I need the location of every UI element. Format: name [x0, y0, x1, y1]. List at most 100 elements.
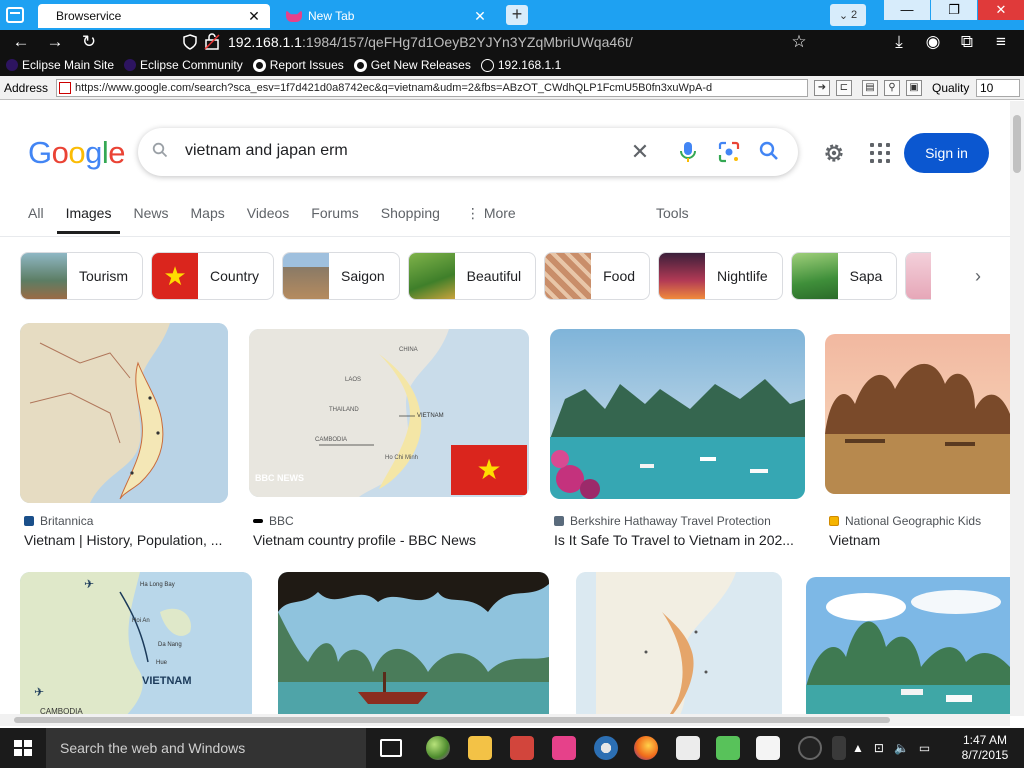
result-image[interactable]: [20, 323, 228, 503]
taskbar-search-input[interactable]: Search the web and Windows: [46, 728, 366, 768]
extensions-icon[interactable]: ⧉: [956, 32, 978, 52]
go-arrow-icon[interactable]: ➜: [814, 80, 830, 96]
tab-all[interactable]: All: [28, 205, 44, 237]
tab-shopping[interactable]: Shopping: [381, 205, 440, 237]
chip-sapa[interactable]: Sapa: [790, 252, 898, 300]
account-icon[interactable]: ◉: [922, 32, 944, 52]
reload-icon[interactable]: ↻: [78, 32, 100, 52]
task-view-icon[interactable]: [380, 739, 402, 757]
settings-gear-icon[interactable]: [822, 141, 846, 165]
notifications-icon[interactable]: ▭: [919, 741, 930, 755]
image-result-card[interactable]: Ha Long Bay Hoi An Da Nang Hue VIETNAM C…: [20, 572, 252, 716]
image-result-card[interactable]: [576, 572, 782, 716]
tab-more[interactable]: ⋮ More: [466, 205, 516, 237]
minimize-button[interactable]: —: [884, 0, 930, 20]
address-field[interactable]: https://www.google.com/search?sca_esv=1f…: [56, 79, 808, 97]
maximize-button[interactable]: ❐: [931, 0, 977, 20]
result-image[interactable]: [278, 572, 549, 716]
result-image[interactable]: [825, 334, 1010, 494]
result-image[interactable]: [806, 577, 1010, 716]
app-cat-pink-icon[interactable]: [552, 736, 576, 760]
network-icon[interactable]: ⊡: [874, 741, 884, 755]
image-result-card[interactable]: Berkshire Hathaway Travel Protection Is …: [550, 329, 805, 548]
clear-icon[interactable]: ✕: [628, 140, 652, 164]
tab-videos[interactable]: Videos: [247, 205, 290, 237]
quality-stepper[interactable]: 10: [976, 79, 1020, 97]
search-submit-icon[interactable]: [758, 140, 780, 162]
taskbar-clock[interactable]: 1:47 AM 8/7/2015: [950, 733, 1020, 763]
app-cat-red-icon[interactable]: [510, 736, 534, 760]
tab-count-button[interactable]: ⌄ 2: [830, 4, 866, 26]
lens-icon[interactable]: [718, 141, 740, 163]
tray-expand-icon[interactable]: ▲: [852, 741, 864, 755]
save-icon[interactable]: ▤: [862, 80, 878, 96]
tab-browservice[interactable]: Browservice ✕: [38, 4, 270, 28]
result-title[interactable]: Vietnam: [829, 532, 1009, 548]
result-source[interactable]: Berkshire Hathaway Travel Protection: [554, 514, 771, 528]
tab-maps[interactable]: Maps: [191, 205, 225, 237]
search-input[interactable]: vietnam and japan erm: [185, 142, 348, 160]
app-paws-icon[interactable]: [756, 736, 780, 760]
shield-icon[interactable]: [182, 34, 198, 50]
bookmark-router[interactable]: 192.168.1.1: [480, 58, 561, 72]
insecure-lock-icon[interactable]: [204, 33, 220, 50]
close-window-button[interactable]: ✕: [978, 0, 1024, 20]
app-sphere-icon[interactable]: [426, 736, 450, 760]
chip-nightlife[interactable]: Nightlife: [658, 252, 783, 300]
new-tab-button[interactable]: +: [506, 5, 528, 25]
chip-partial[interactable]: [905, 252, 932, 300]
chip-tourism[interactable]: Tourism: [20, 252, 144, 300]
microphone-icon[interactable]: [678, 140, 698, 164]
download-icon[interactable]: ⤓: [888, 32, 910, 52]
chip-country[interactable]: ★ Country: [151, 252, 275, 300]
image-result-card[interactable]: [806, 577, 1010, 716]
tab-list-button[interactable]: [0, 0, 30, 30]
bookmark-star-icon[interactable]: ☆: [788, 32, 810, 52]
chevron-right-icon[interactable]: ›: [966, 264, 990, 288]
tools-button[interactable]: Tools: [656, 205, 689, 221]
chip-beautiful[interactable]: Beautiful: [407, 252, 537, 300]
bookmark-report-issues[interactable]: Report Issues: [252, 58, 344, 72]
google-logo[interactable]: Google: [28, 135, 126, 171]
forward-arrow-icon[interactable]: →: [44, 32, 66, 52]
file-explorer-icon[interactable]: [468, 736, 492, 760]
tab-news[interactable]: News: [133, 205, 168, 237]
result-source[interactable]: Britannica: [24, 514, 93, 528]
clipboard-icon[interactable]: ▣: [906, 80, 922, 96]
result-source[interactable]: BBC: [253, 514, 294, 528]
url-bar[interactable]: 192.168.1.1:1984/157/qeFHg7d1OeyB2YJYn3Y…: [228, 32, 868, 52]
horizontal-scrollbar[interactable]: [0, 714, 1010, 726]
result-image[interactable]: Ha Long Bay Hoi An Da Nang Hue VIETNAM C…: [20, 572, 252, 716]
image-result-card[interactable]: National Geographic Kids Vietnam: [825, 334, 1010, 548]
close-icon[interactable]: ✕: [246, 8, 262, 24]
app-settings-icon[interactable]: [798, 736, 822, 760]
bookmark-eclipse-main[interactable]: Eclipse Main Site: [6, 58, 114, 72]
image-result-card[interactable]: [278, 572, 549, 716]
find-icon[interactable]: ⚲: [884, 80, 900, 96]
vertical-scrollbar[interactable]: [1010, 101, 1024, 716]
result-title[interactable]: Is It Safe To Travel to Vietnam in 202..…: [554, 532, 802, 548]
app-pig-icon[interactable]: [716, 736, 740, 760]
result-title[interactable]: Vietnam country profile - BBC News: [253, 532, 529, 548]
result-image[interactable]: [550, 329, 805, 499]
tab-new-tab[interactable]: New Tab ✕: [278, 4, 496, 28]
bookmark-new-releases[interactable]: Get New Releases: [353, 58, 471, 72]
image-result-card[interactable]: Britannica Vietnam | History, Population…: [20, 323, 228, 548]
chip-saigon[interactable]: Saigon: [282, 252, 400, 300]
bookmark-eclipse-community[interactable]: Eclipse Community: [124, 58, 243, 72]
app-globe-icon[interactable]: [594, 736, 618, 760]
bookmark-page-icon[interactable]: ⊏: [836, 80, 852, 96]
windows-start-icon[interactable]: [14, 740, 32, 756]
apps-grid-icon[interactable]: [870, 143, 890, 163]
chip-food[interactable]: Food: [544, 252, 651, 300]
menu-icon[interactable]: ≡: [990, 32, 1012, 52]
taskbar-scroll-icon[interactable]: [832, 736, 846, 760]
firefox-icon[interactable]: [634, 736, 658, 760]
close-icon[interactable]: ✕: [472, 8, 488, 24]
back-arrow-icon[interactable]: ←: [10, 32, 32, 52]
result-title[interactable]: Vietnam | History, Population, ...: [24, 532, 228, 548]
result-source[interactable]: National Geographic Kids: [829, 514, 981, 528]
sign-in-button[interactable]: Sign in: [904, 133, 989, 173]
app-character-icon[interactable]: [676, 736, 700, 760]
scrollbar-thumb[interactable]: [1013, 115, 1021, 173]
